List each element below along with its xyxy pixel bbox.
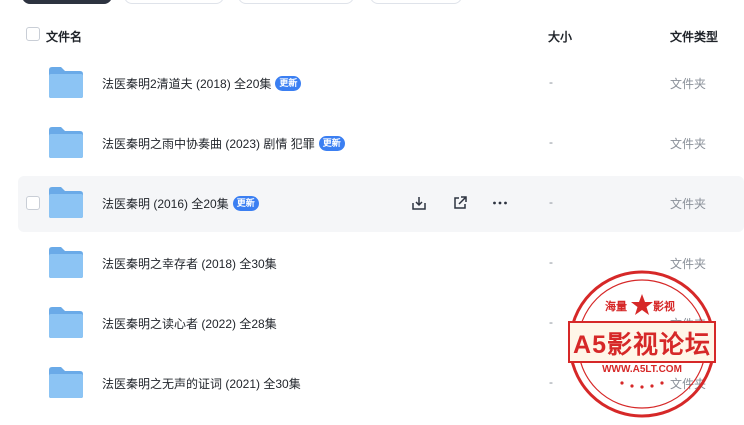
select-all-checkbox[interactable] (26, 27, 40, 41)
folder-icon (48, 186, 84, 219)
more-icon[interactable] (489, 192, 511, 214)
filter-tab[interactable] (124, 0, 224, 4)
folder-icon (48, 66, 84, 99)
update-badge: 更新 (318, 136, 345, 151)
stamp-main-text: A5影视论坛 (573, 331, 711, 359)
file-name-text: 法医秦明之雨中协奏曲 (2023) 剧情 犯罪 (102, 137, 315, 151)
stamp-text-right: 影视 (653, 301, 675, 313)
file-name[interactable]: 法医秦明之幸存者 (2018) 全30集 (102, 255, 277, 272)
file-size: - (549, 135, 553, 149)
column-header-size[interactable]: 大小 (548, 28, 572, 45)
file-name-text: 法医秦明之幸存者 (2018) 全30集 (102, 257, 277, 271)
file-name-text: 法医秦明2清道夫 (2018) 全20集 (102, 77, 272, 91)
column-header-name[interactable]: 文件名 (46, 28, 82, 45)
file-name[interactable]: 法医秦明之无声的证词 (2021) 全30集 (102, 375, 301, 392)
folder-icon (48, 126, 84, 159)
file-name-text: 法医秦明 (2016) 全20集 (102, 197, 229, 211)
file-row[interactable]: 法医秦明2清道夫 (2018) 全20集 更新 - 文件夹 (18, 56, 744, 112)
column-header-type[interactable]: 文件类型 (670, 28, 718, 45)
filter-tab[interactable] (370, 0, 462, 4)
file-name-text: 法医秦明之无声的证词 (2021) 全30集 (102, 377, 301, 391)
share-icon[interactable] (449, 192, 471, 214)
file-size: - (549, 255, 553, 269)
row-checkbox[interactable] (26, 196, 40, 210)
file-name[interactable]: 法医秦明 (2016) 全20集 更新 (102, 195, 259, 212)
file-size: - (549, 315, 553, 329)
filter-tab[interactable] (238, 0, 354, 4)
file-type: 文件夹 (670, 197, 707, 211)
stamp-small-stars-icon (620, 381, 664, 389)
update-badge: 更新 (275, 76, 302, 91)
file-size: - (549, 195, 553, 209)
top-filter-tabs (0, 0, 744, 4)
file-list-header: 文件名 大小 文件类型 (0, 24, 744, 48)
file-row[interactable]: 法医秦明之雨中协奏曲 (2023) 剧情 犯罪 更新 - 文件夹 (18, 116, 744, 172)
folder-icon (48, 366, 84, 399)
stamp-url-text: WWW.A5LT.COM (602, 364, 682, 375)
file-name[interactable]: 法医秦明之读心者 (2022) 全28集 (102, 315, 277, 332)
update-badge: 更新 (232, 196, 259, 211)
file-row[interactable]: 法医秦明 (2016) 全20集 更新 - 文件夹 (18, 176, 744, 232)
stamp-text-left: 海量 (605, 301, 627, 313)
file-name-text: 法医秦明之读心者 (2022) 全28集 (102, 317, 277, 331)
file-name[interactable]: 法医秦明之雨中协奏曲 (2023) 剧情 犯罪 更新 (102, 135, 345, 152)
stamp-star-icon (631, 294, 653, 315)
file-type: 文件夹 (670, 77, 707, 91)
folder-icon (48, 306, 84, 339)
download-icon[interactable] (408, 192, 430, 214)
file-name[interactable]: 法医秦明2清道夫 (2018) 全20集 更新 (102, 75, 302, 92)
file-type: 文件夹 (670, 137, 707, 151)
file-size: - (549, 375, 553, 389)
file-size: - (549, 75, 553, 89)
filter-tab-active[interactable] (22, 0, 112, 4)
folder-icon (48, 246, 84, 279)
watermark-stamp: 海量 影视 A5影视论坛 WWW.A5LT.COM (565, 270, 719, 418)
